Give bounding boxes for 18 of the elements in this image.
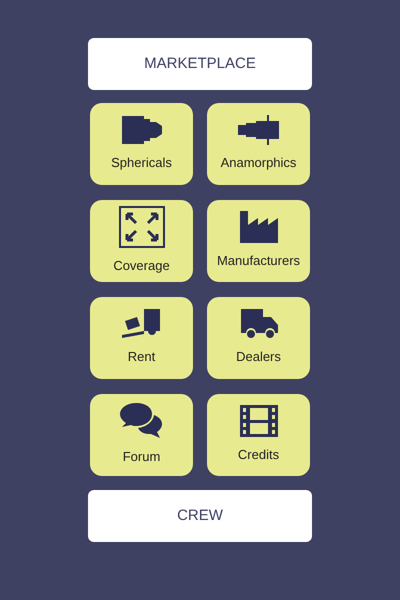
category-tile[interactable]: Credits xyxy=(207,394,310,476)
lens-icon xyxy=(120,115,164,146)
film-strip-icon xyxy=(240,405,278,438)
forklift-icon xyxy=(122,309,162,340)
category-tile[interactable]: Coverage xyxy=(90,200,193,282)
category-tile[interactable]: Dealers xyxy=(207,297,310,379)
category-tile[interactable]: Manufacturers xyxy=(207,200,310,282)
crew-button[interactable]: CREW xyxy=(88,490,312,542)
category-tile[interactable]: Forum xyxy=(90,394,193,476)
expand-icon xyxy=(118,206,164,248)
lens-icon xyxy=(236,115,282,146)
marketplace-button[interactable]: MARKETPLACE xyxy=(88,38,312,90)
truck-icon xyxy=(238,309,278,340)
category-tile[interactable]: Anamorphics xyxy=(207,103,310,185)
factory-icon xyxy=(240,211,278,244)
category-tile[interactable]: Sphericals xyxy=(90,103,193,185)
category-tile[interactable]: Rent xyxy=(90,297,193,379)
chat-bubbles-icon xyxy=(120,403,164,440)
